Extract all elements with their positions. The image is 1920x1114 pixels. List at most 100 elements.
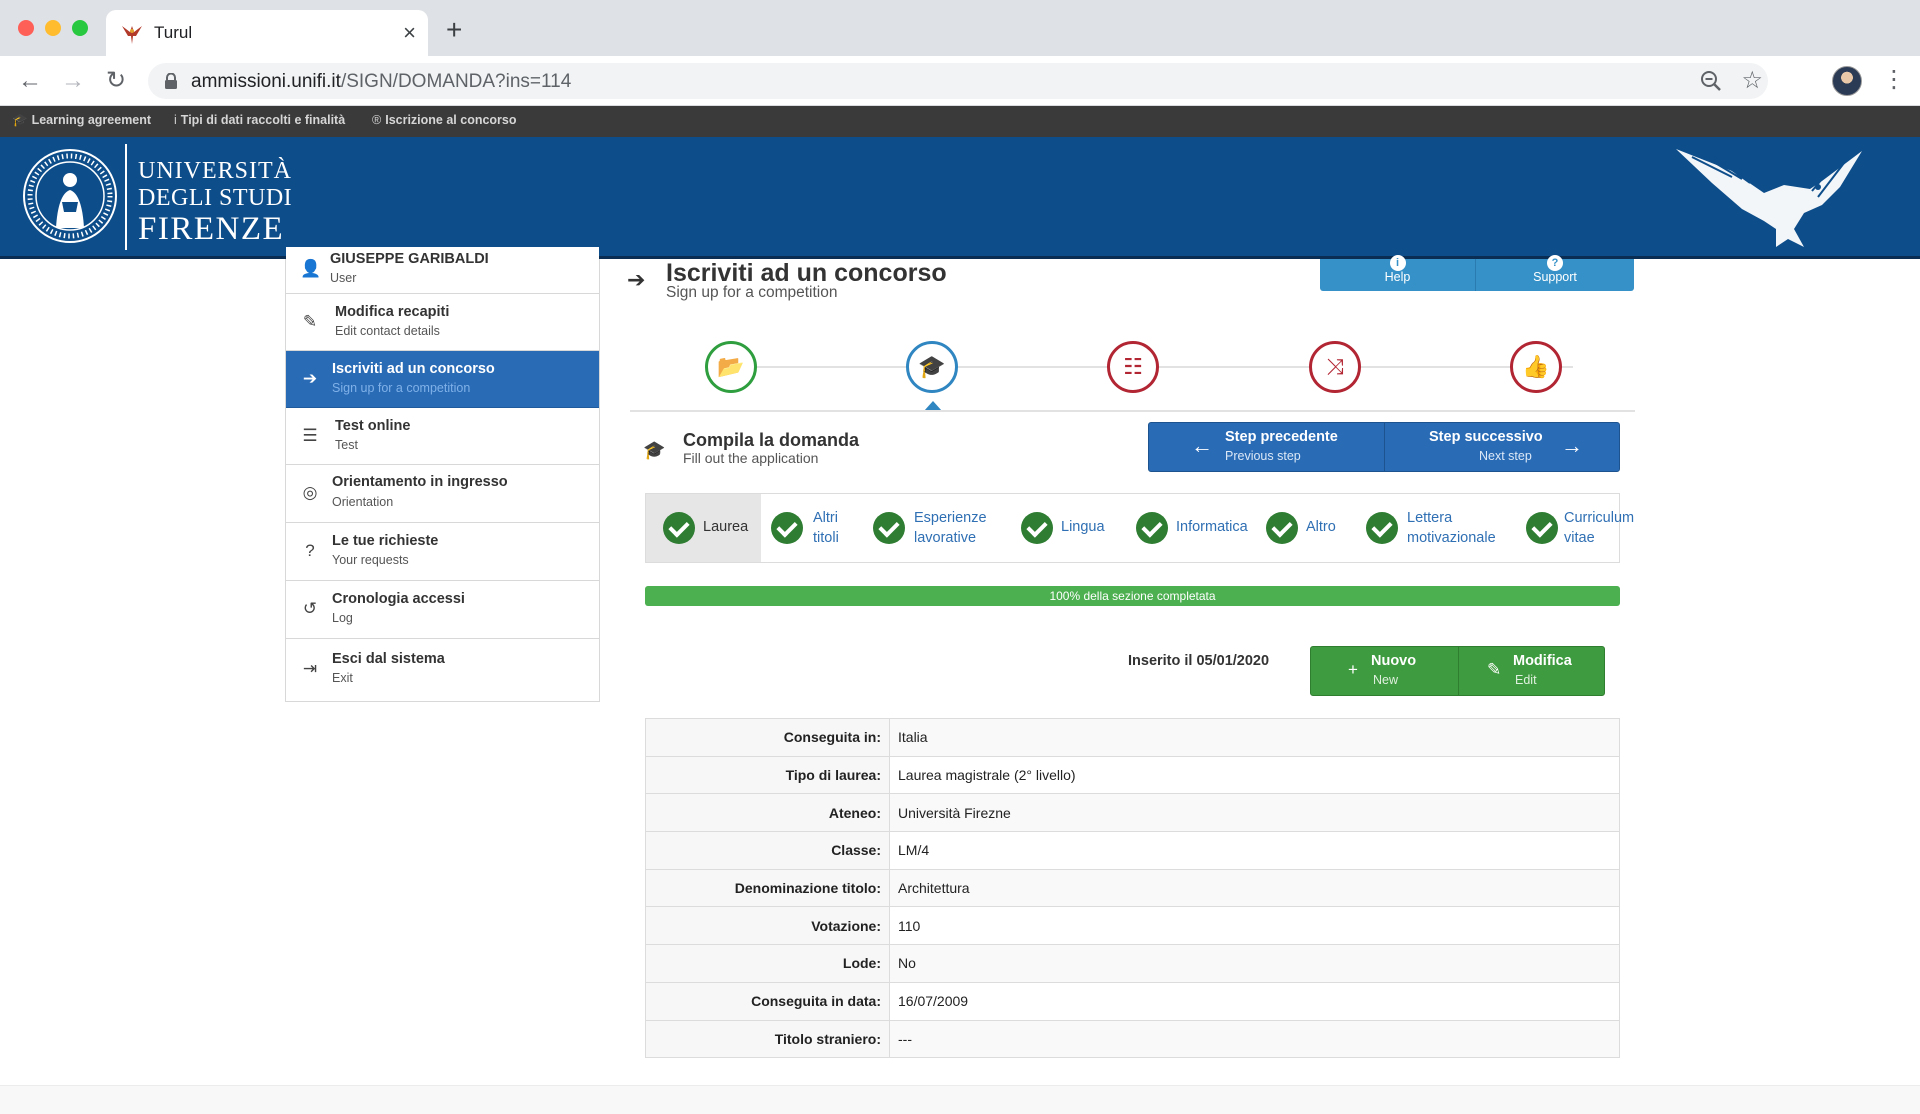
- registered-icon: ®: [372, 113, 382, 127]
- next-step-button[interactable]: Step successivo Next step →: [1385, 423, 1619, 471]
- util-data-types[interactable]: i Tipi di dati raccolti e finalità: [174, 113, 345, 127]
- close-window-button[interactable]: [18, 20, 34, 36]
- subtab-lingua[interactable]: Lingua: [1011, 494, 1136, 562]
- thumbs-up-icon: 👍: [1522, 354, 1550, 379]
- check-circle-icon: [1266, 512, 1298, 544]
- table-row: Votazione: 110: [645, 906, 1620, 945]
- new-tab-button[interactable]: +: [446, 16, 462, 44]
- zoom-icon[interactable]: [1700, 70, 1722, 92]
- degree-details-table: Conseguita in: Italia Tipo di laurea: Laur…: [645, 718, 1620, 1059]
- subtab-esperienze[interactable]: Esperienze lavorative: [861, 494, 1011, 562]
- sidebar-item-exit[interactable]: ⇥ Esci dal sistema Exit: [286, 639, 599, 701]
- check-circle-icon: [1366, 512, 1398, 544]
- step-shuffle[interactable]: ⤨: [1309, 341, 1361, 393]
- table-row: Lode: No: [645, 944, 1620, 983]
- help-button[interactable]: i Help: [1320, 255, 1476, 291]
- folder-open-icon: 📂: [717, 354, 745, 379]
- sidebar-item-orientation[interactable]: ◎ Orientamento in ingresso Orientation: [286, 465, 599, 523]
- util-registration[interactable]: ® Iscrizione al concorso: [372, 113, 517, 127]
- check-circle-icon: [771, 512, 803, 544]
- subtab-informatica[interactable]: Informatica: [1136, 494, 1266, 562]
- table-row: Denominazione titolo: Architettura: [645, 868, 1620, 907]
- subtab-laurea[interactable]: Laurea: [646, 494, 761, 562]
- reload-icon[interactable]: ↻: [102, 67, 130, 95]
- university-wordmark[interactable]: UNIVERSITÀ DEGLI STUDI FIRENZE: [138, 159, 292, 246]
- eagle-logo: [1676, 149, 1862, 247]
- step-documents[interactable]: 📂: [705, 341, 757, 393]
- question-icon: ?: [305, 541, 315, 560]
- edit-button[interactable]: ✎ Modifica Edit: [1459, 647, 1604, 695]
- inserted-date: Inserito il 05/01/2020: [1128, 653, 1270, 669]
- close-tab-icon[interactable]: ×: [403, 19, 416, 47]
- sidebar-item-requests[interactable]: ? Le tue richieste Your requests: [286, 523, 599, 581]
- section-title: Compila la domanda: [683, 430, 860, 450]
- subtab-lettera[interactable]: Lettera motivazionale: [1366, 494, 1521, 562]
- arrow-right-icon: →: [1561, 433, 1583, 458]
- previous-step-button[interactable]: ← Step precedente Previous step: [1149, 423, 1384, 471]
- table-row: Conseguita in: Italia: [645, 718, 1620, 757]
- new-button[interactable]: + Nuovo New: [1311, 647, 1458, 695]
- edit-icon: ✎: [302, 312, 318, 331]
- info-icon: i: [174, 113, 177, 127]
- section-subtitle: Fill out the application: [683, 450, 819, 466]
- step-confirm[interactable]: 👍: [1510, 341, 1562, 393]
- progress-label: 100% della sezione completata: [1049, 589, 1216, 603]
- favicon-eagle-icon: [122, 26, 142, 44]
- back-icon[interactable]: ←: [16, 67, 44, 95]
- table-row: Ateneo: Università Firezne: [645, 793, 1620, 832]
- sidebar-item-user[interactable]: 👤 GIUSEPPE GARIBALDI User: [286, 247, 599, 294]
- graduation-cap-icon: 🎓: [918, 354, 946, 379]
- application-subtabs: Laurea Altri titoli Esperienze lavorativ…: [645, 493, 1634, 563]
- pencil-icon: ✎: [1487, 660, 1502, 679]
- browser-tab[interactable]: Turul ×: [106, 10, 428, 56]
- list-icon: ☷: [1123, 354, 1143, 379]
- menu-dots-icon[interactable]: ⋮: [1882, 66, 1906, 94]
- address-bar[interactable]: ammissioni.unifi.it/SIGN/DOMANDA?ins=114…: [148, 63, 1768, 99]
- profile-avatar[interactable]: [1832, 66, 1862, 96]
- sidebar-item-competition[interactable]: ➔ Iscriviti ad un concorso Sign up for a…: [286, 351, 599, 408]
- stepper-divider: [630, 410, 1635, 412]
- user-icon: 👤: [300, 259, 322, 278]
- step-list[interactable]: ☷: [1107, 341, 1159, 393]
- arrow-left-icon: ←: [1191, 433, 1213, 458]
- check-circle-icon: [1021, 512, 1053, 544]
- check-circle-icon: [1526, 512, 1558, 544]
- star-icon[interactable]: ☆: [1741, 67, 1763, 95]
- logout-icon: ⇥: [302, 659, 318, 678]
- url-text[interactable]: ammissioni.unifi.it/SIGN/DOMANDA?ins=114: [191, 71, 571, 93]
- sign-in-icon: ➔: [627, 267, 646, 292]
- table-row: Classe: LM/4: [645, 831, 1620, 870]
- sidebar-menu: 👤 GIUSEPPE GARIBALDI User ✎ Modifica rec…: [285, 247, 600, 702]
- page-footer-edge: [0, 1085, 1920, 1114]
- brand-divider: [125, 144, 127, 250]
- graduation-cap-icon: 🎓: [643, 440, 666, 460]
- site-header: UNIVERSITÀ DEGLI STUDI FIRENZE: [0, 137, 1920, 259]
- sidebar-item-test[interactable]: ☰ Test online Test: [286, 408, 599, 465]
- sidebar-item-contacts[interactable]: ✎ Modifica recapiti Edit contact details: [286, 294, 599, 351]
- subtab-curriculum[interactable]: Curriculum vitae: [1526, 494, 1634, 562]
- forward-icon[interactable]: →: [59, 67, 87, 95]
- browser-tab-strip: Turul × +: [0, 0, 1920, 56]
- history-icon: ↺: [302, 599, 318, 618]
- sidebar-item-log[interactable]: ↺ Cronologia accessi Log: [286, 581, 599, 639]
- shuffle-icon: ⤨: [1326, 354, 1344, 379]
- subtab-altro[interactable]: Altro: [1266, 494, 1366, 562]
- util-learning-agreement[interactable]: 🎓 Learning agreement: [12, 113, 151, 128]
- record-actions: + Nuovo New ✎ Modifica Edit: [1310, 646, 1605, 696]
- graduation-cap-icon: 🎓: [12, 113, 28, 127]
- question-icon: ?: [1547, 255, 1563, 271]
- subtab-altri-titoli[interactable]: Altri titoli: [761, 494, 861, 562]
- utility-bar: 🎓 Learning agreement i Tipi di dati raccol…: [0, 106, 1920, 137]
- step-navigation: ← Step precedente Previous step Step suc…: [1148, 422, 1620, 472]
- browser-toolbar: ← → ↻ ammissioni.unifi.it/SIGN/DOMANDA?i…: [0, 56, 1920, 106]
- support-button[interactable]: ? Support: [1476, 255, 1634, 291]
- university-seal-logo[interactable]: [22, 146, 118, 246]
- tab-title: Turul: [154, 23, 193, 42]
- maximize-window-button[interactable]: [72, 20, 88, 36]
- step-application[interactable]: 🎓: [906, 341, 958, 393]
- check-circle-icon: [663, 512, 695, 544]
- minimize-window-button[interactable]: [45, 20, 61, 36]
- check-circle-icon: [1136, 512, 1168, 544]
- list-icon: ☰: [302, 426, 318, 445]
- sign-in-icon: ➔: [302, 369, 318, 388]
